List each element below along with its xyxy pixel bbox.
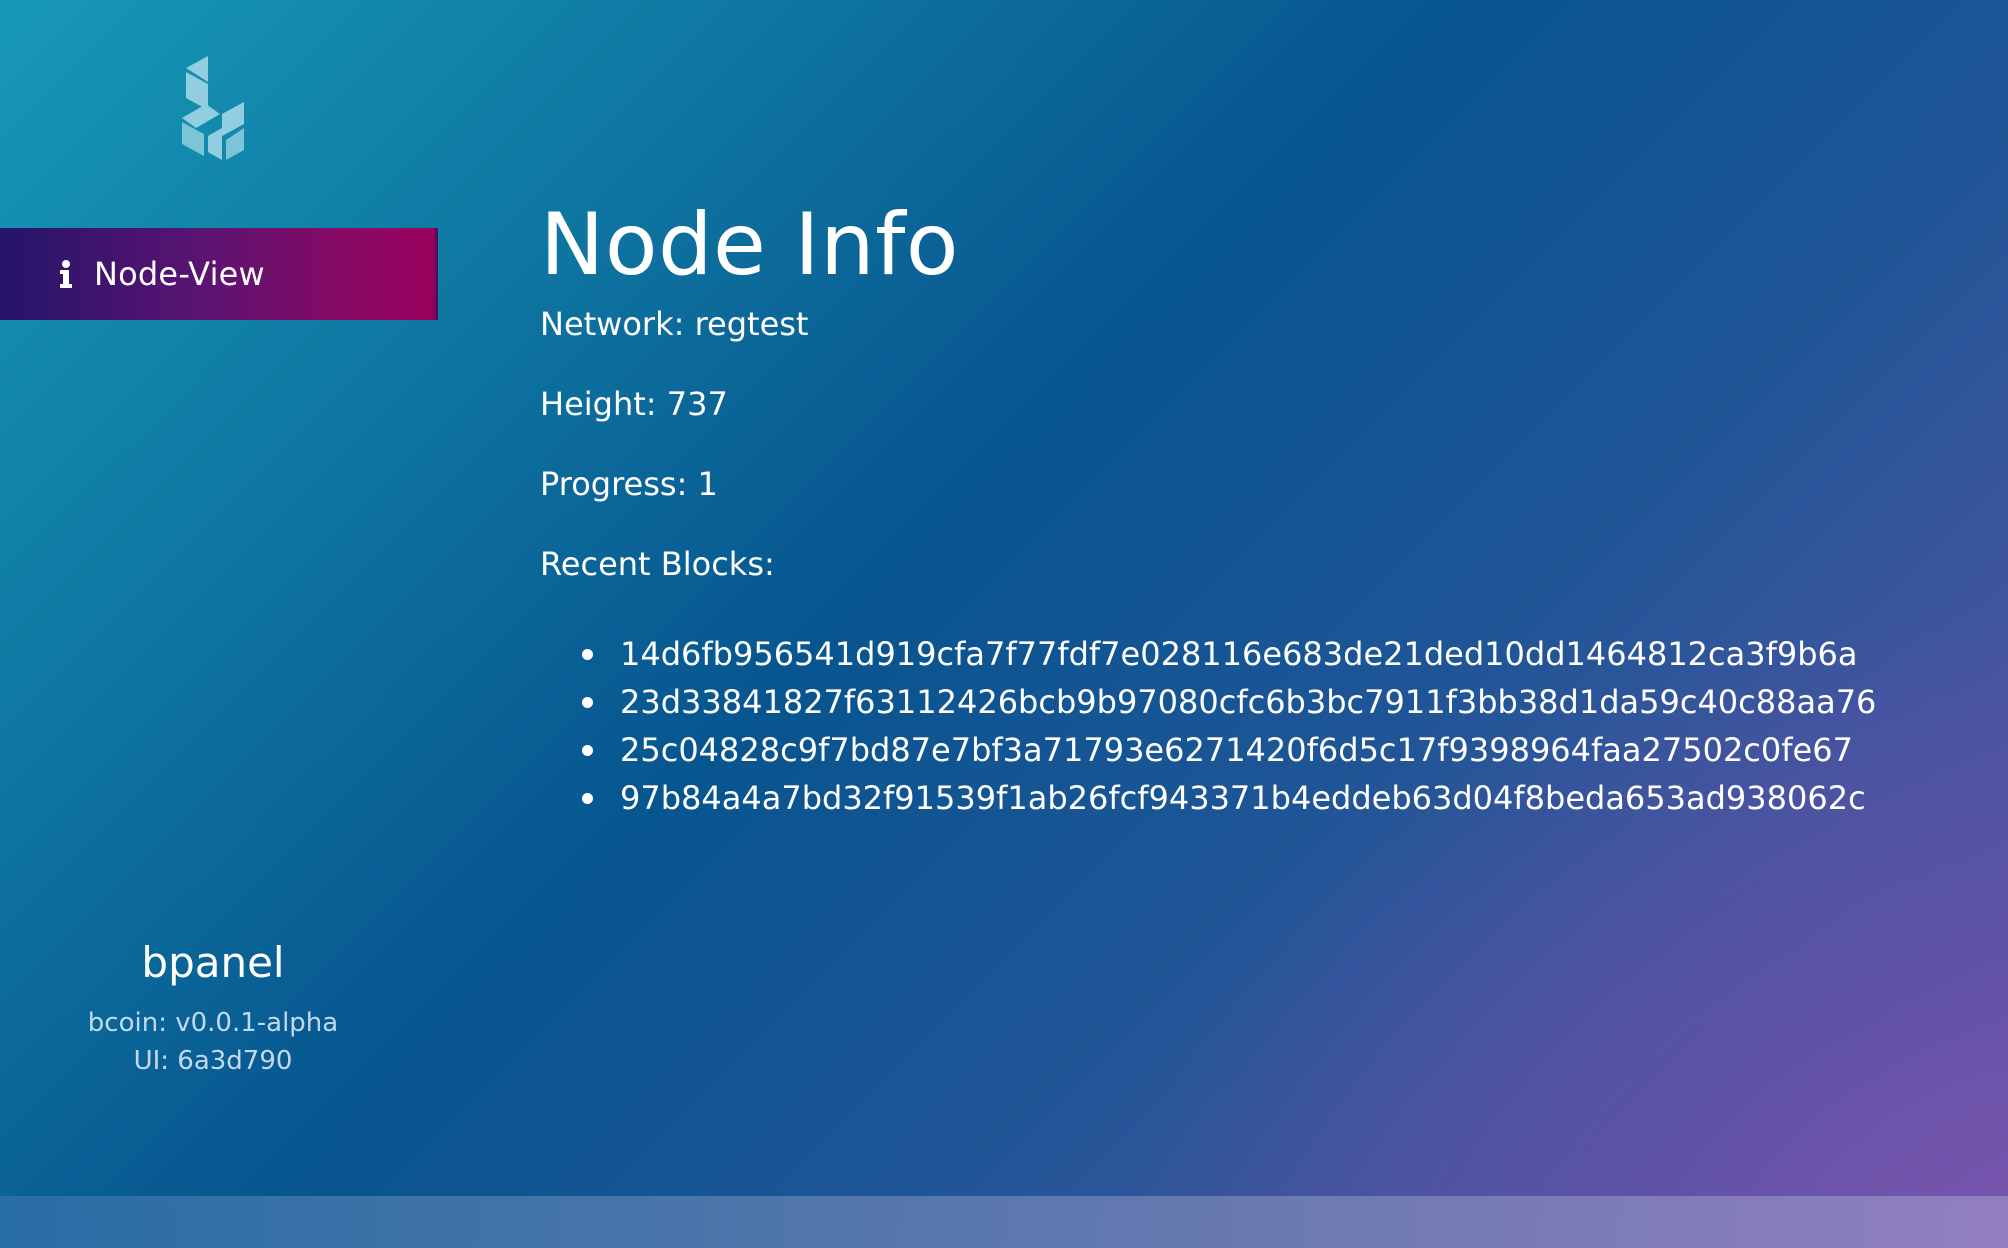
- block-hash: 25c04828c9f7bd87e7bf3a71793e6271420f6d5c…: [620, 731, 1853, 769]
- recent-blocks-label: Recent Blocks:: [540, 545, 775, 583]
- sidebar-item-label: Node-View: [94, 255, 265, 293]
- main-content: Node Info Network: regtest Height: 737 P…: [540, 190, 1940, 822]
- info-icon: [60, 260, 72, 288]
- bullet-icon: [582, 793, 593, 804]
- height-info: Height: 737: [540, 385, 728, 423]
- recent-blocks-list: 14d6fb956541d919cfa7f77fdf7e028116e683de…: [580, 630, 1940, 822]
- bullet-icon: [582, 697, 593, 708]
- list-item: 14d6fb956541d919cfa7f77fdf7e028116e683de…: [580, 630, 1940, 678]
- ui-version: UI: 6a3d790: [133, 1046, 293, 1076]
- bcoin-logo-icon[interactable]: [178, 54, 248, 164]
- sidebar: Node-View bpanel bcoin: v0.0.1-alpha UI:…: [0, 0, 438, 1196]
- bcoin-version: bcoin: v0.0.1-alpha: [87, 1008, 339, 1038]
- list-item: 25c04828c9f7bd87e7bf3a71793e6271420f6d5c…: [580, 726, 1940, 774]
- bullet-icon: [582, 649, 593, 660]
- bullet-icon: [582, 745, 593, 756]
- brand-name: bpanel: [141, 938, 285, 987]
- network-info: Network: regtest: [540, 305, 809, 343]
- sidebar-item-node-view[interactable]: Node-View: [0, 228, 438, 320]
- block-hash: 97b84a4a7bd32f91539f1ab26fcf943371b4edde…: [620, 779, 1866, 817]
- block-hash: 23d33841827f63112426bcb9b97080cfc6b3bc79…: [620, 683, 1877, 721]
- progress-info: Progress: 1: [540, 465, 718, 503]
- list-item: 97b84a4a7bd32f91539f1ab26fcf943371b4edde…: [580, 774, 1940, 822]
- list-item: 23d33841827f63112426bcb9b97080cfc6b3bc79…: [580, 678, 1940, 726]
- page-title: Node Info: [540, 195, 960, 295]
- block-hash: 14d6fb956541d919cfa7f77fdf7e028116e683de…: [620, 635, 1858, 673]
- footer-bar: [0, 1196, 2008, 1248]
